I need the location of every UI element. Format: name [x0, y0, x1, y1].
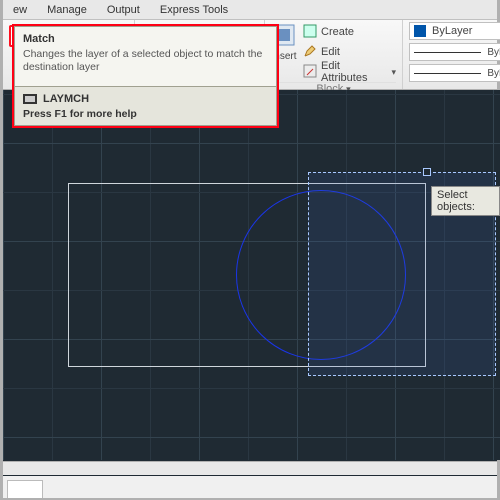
ribbon-tabs: ew Manage Output Express Tools [3, 0, 497, 20]
properties-panel: ByLayer ByLayer ByLayer [403, 20, 500, 89]
color-swatch [414, 25, 426, 37]
color-dropdown[interactable]: ByLayer [409, 22, 500, 40]
layout-tab[interactable] [7, 480, 43, 498]
edit-icon [303, 44, 317, 61]
tab-output[interactable]: Output [97, 1, 150, 19]
tab-manage[interactable]: Manage [37, 1, 97, 19]
command-prompt: Select objects: [431, 186, 500, 216]
line-preview [414, 52, 481, 53]
tooltip-command-text: LAYMCH [43, 93, 89, 105]
layout-tabstrip [3, 476, 497, 498]
tooltip: Match Changes the layer of a selected ob… [12, 24, 279, 128]
edit-block-button[interactable]: Edit [303, 42, 396, 62]
horizontal-scrollbar[interactable] [3, 461, 497, 475]
line-preview [414, 73, 481, 74]
create-icon [303, 24, 317, 41]
tooltip-description: Changes the layer of a selected object t… [23, 48, 268, 74]
tooltip-help: Press F1 for more help [23, 108, 268, 120]
drawing-canvas[interactable]: // handled below after data script for s… [3, 90, 500, 460]
linetype-value: ByLayer [487, 47, 500, 58]
edit-attributes-icon [303, 64, 317, 81]
block-panel: Insert Create Edit Edit Attributes▾ Bloc… [265, 20, 403, 89]
chevron-down-icon[interactable]: ▾ [391, 67, 396, 78]
color-value: ByLayer [432, 25, 472, 37]
create-block-button[interactable]: Create [303, 22, 396, 42]
tab-express-tools[interactable]: Express Tools [150, 1, 238, 19]
lineweight-value: ByLayer [487, 68, 500, 79]
edit-attributes-label: Edit Attributes [321, 60, 387, 84]
tooltip-title: Match [23, 33, 268, 45]
selection-grip[interactable] [423, 168, 431, 176]
create-label: Create [321, 26, 354, 38]
command-icon [23, 92, 37, 106]
tab-view[interactable]: ew [3, 1, 37, 19]
linetype-dropdown[interactable]: ByLayer [409, 43, 500, 61]
lineweight-dropdown[interactable]: ByLayer [409, 64, 500, 82]
edit-attributes-button[interactable]: Edit Attributes ▾ [303, 62, 396, 82]
edit-label: Edit [321, 46, 340, 58]
tooltip-command: LAYMCH [23, 92, 268, 106]
